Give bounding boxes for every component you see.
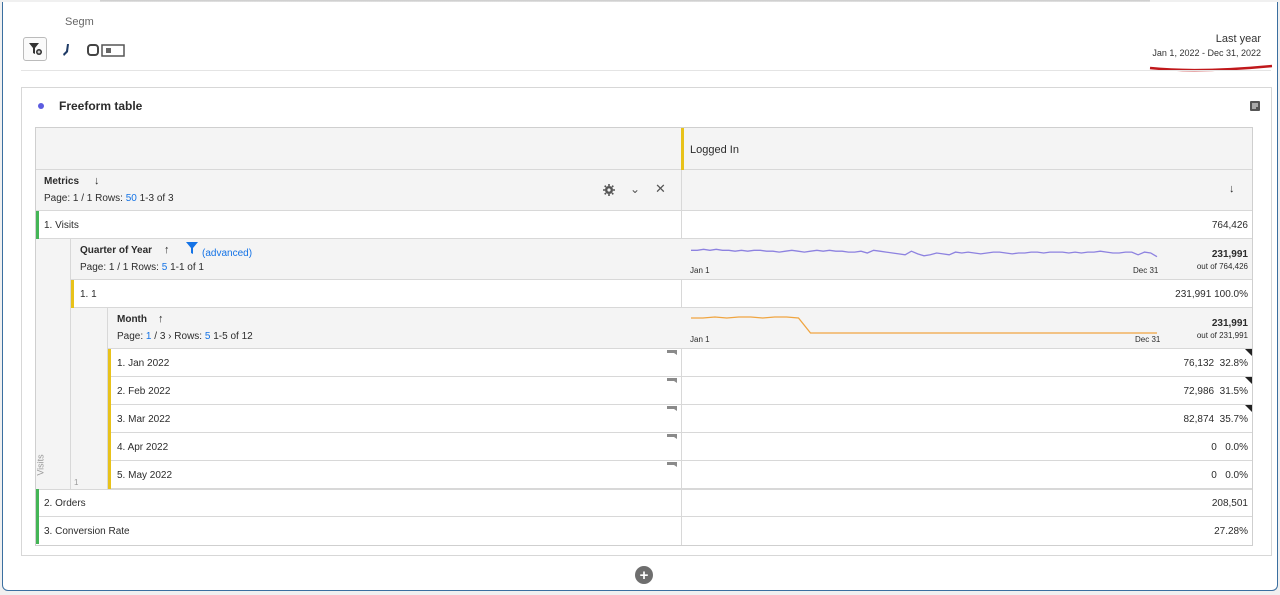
month-color-bar [108,377,111,405]
segment-chip-icon[interactable] [61,42,73,58]
month-total: 231,991 [1211,318,1248,329]
quarter-out-of: out of 764,426 [1196,262,1248,271]
table-row-month-4[interactable] [108,433,1252,461]
orders-color-bar [36,489,39,517]
month-rows-select[interactable]: 5 [205,331,211,342]
sort-up-icon[interactable]: ↑ [164,244,170,256]
month-sparkline [691,316,1157,334]
month-color-bar [108,433,111,461]
corner-marker-icon [1245,377,1252,384]
panel-notes-icon[interactable] [1249,100,1261,112]
row-label-month-4: 4. Apr 2022 [117,442,169,453]
month-page-current[interactable]: 1 [146,331,152,342]
quarter-sparkline [691,248,1158,258]
row-value-month-3: 82,874 35.7% [1183,414,1248,425]
row-value-month-4: 0 0.0% [1211,442,1248,453]
row-label-visits: 1. Visits [44,220,79,231]
quarter-color-bar [71,280,74,308]
side-label-quarter: 1 [74,478,79,487]
chevron-down-icon[interactable]: ⌄ [630,182,640,196]
month-color-bar [108,349,111,377]
corner-marker-icon [1245,349,1252,356]
quarter-spark-start: Jan 1 [690,266,710,275]
row-value-month-2: 72,986 31.5% [1183,386,1248,397]
metrics-rows-select[interactable]: 50 [126,193,137,204]
date-range-title: Last year [1215,33,1261,45]
red-underline-annotation [1149,64,1273,72]
add-panel-button[interactable]: + [635,566,653,584]
row-label-quarter: 1. 1 [80,289,97,300]
row-label-month-3: 3. Mar 2022 [117,414,171,425]
segment-filter-button[interactable] [23,37,47,61]
row-value-month-1: 76,132 32.8% [1183,358,1248,369]
close-icon[interactable]: ✕ [655,181,666,197]
sort-down-icon[interactable]: ↓ [94,175,100,187]
metrics-label[interactable]: Metrics [44,176,79,187]
panel-title[interactable]: Freeform table [59,99,142,113]
row-value-month-5: 0 0.0% [1211,470,1248,481]
table-row-visits[interactable] [36,211,1252,239]
table-row-month-3[interactable] [108,405,1252,433]
side-label-visits: Visits [35,454,46,476]
table-row-orders[interactable] [36,489,1252,517]
column-header-row [36,128,1252,170]
freeform-table: Logged In Metrics ↓ Page: 1 / 1 Rows: 50… [35,127,1253,546]
row-label-month-1: 1. Jan 2022 [117,358,170,369]
row-label-orders: 2. Orders [44,498,86,509]
table-row-month-2[interactable] [108,377,1252,405]
quarter-spark-end: Dec 31 [1133,266,1159,275]
workspace-frame: Segm Last year Jan 1, 2022 - Dec 31, 202… [2,2,1278,591]
metrics-pagination: Page: 1 / 1 Rows: 50 1-3 of 3 [44,193,174,204]
row-label-month-5: 5. May 2022 [117,470,173,481]
table-row-month-5[interactable] [108,461,1252,489]
segment-label: Segm [65,16,94,28]
quarter-total: 231,991 [1211,249,1248,260]
segment-chip-blurred[interactable] [87,42,127,58]
month-dimension-label[interactable]: Month [117,314,147,325]
visits-color-bar [36,211,39,239]
table-row-month-1[interactable] [108,349,1252,377]
freeform-panel: Freeform table Logged In Metrics ↓ Page:… [21,87,1272,556]
settings-gear-icon[interactable] [603,184,615,196]
date-range-selector[interactable]: Last year Jan 1, 2022 - Dec 31, 2022 [1152,33,1261,58]
month-spark-end: Dec 31 [1135,335,1161,344]
filter-add-icon [29,43,42,55]
advanced-filter-link[interactable]: (advanced) [202,248,252,259]
quarter-breakdown-strip [71,308,108,489]
plus-icon: + [639,566,649,584]
quarter-pagination: Page: 1 / 1 Rows: 5 1-1 of 1 [80,262,204,273]
row-label-month-2: 2. Feb 2022 [117,386,171,397]
conversion-color-bar [36,517,39,544]
panel-status-dot [38,103,44,109]
filter-icon[interactable] [186,242,198,254]
month-out-of: out of 231,991 [1196,331,1248,340]
next-page-icon[interactable]: › [168,331,171,342]
metrics-header-row [36,170,1252,211]
row-value-orders: 208,501 [1211,498,1248,509]
month-color-bar [108,461,111,489]
table-row-conversion-rate[interactable] [36,517,1252,545]
row-label-conversion-rate: 3. Conversion Rate [44,526,130,537]
logged-in-segment-marker [681,128,684,170]
visits-breakdown-strip [36,239,71,489]
table-row-quarter-1[interactable] [71,280,1252,308]
column-sort-down-icon[interactable]: ↓ [1229,183,1235,195]
spark-q-line [691,248,1158,258]
row-value-visits: 764,426 [1211,220,1248,231]
row-value-conversion-rate: 27.28% [1214,526,1248,537]
row-value-quarter: 231,991 100.0% [1175,289,1248,300]
column-header-logged-in[interactable]: Logged In [690,144,739,156]
quarter-dimension-label[interactable]: Quarter of Year [80,245,152,256]
month-spark-start: Jan 1 [690,335,710,344]
corner-marker-icon [1245,405,1252,412]
month-sort-up-icon[interactable]: ↑ [158,313,164,325]
month-pagination: Page: 1 / 3 › Rows: 5 1-5 of 12 [117,331,253,342]
month-color-bar [108,405,111,433]
quarter-rows-select[interactable]: 5 [162,262,168,273]
date-range-value: Jan 1, 2022 - Dec 31, 2022 [1152,48,1261,58]
header-divider [21,70,1271,71]
spark-m-line [691,316,1157,334]
